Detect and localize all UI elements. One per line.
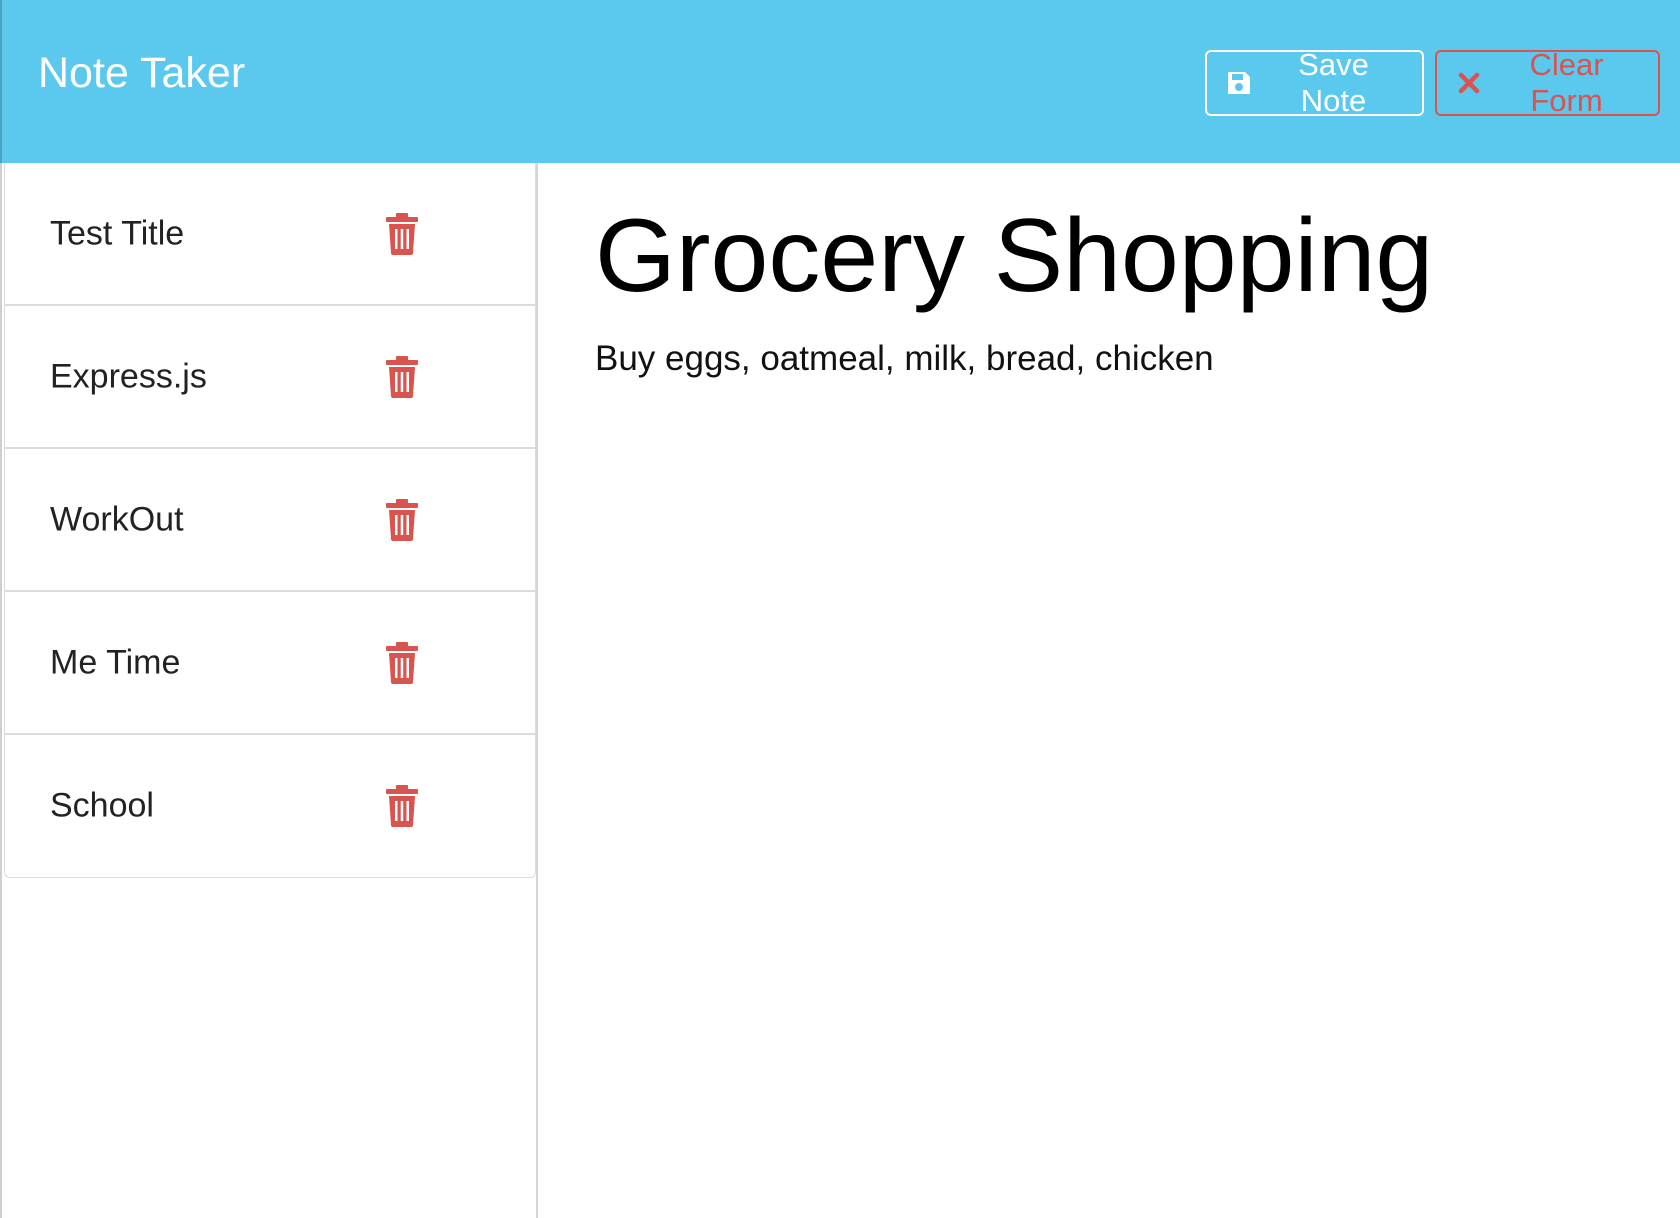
clear-form-label: Clear Form xyxy=(1529,47,1604,118)
notes-sidebar: Test Title Express.js WorkOut Me Time Sc… xyxy=(0,163,538,1218)
note-title: WorkOut xyxy=(50,500,184,538)
trash-icon[interactable] xyxy=(385,212,419,255)
list-item[interactable]: Express.js xyxy=(5,306,535,449)
note-title: Me Time xyxy=(50,643,181,681)
note-editor: Grocery Shopping Buy eggs, oatmeal, milk… xyxy=(538,163,1680,1218)
trash-icon[interactable] xyxy=(385,785,419,827)
list-item[interactable]: School xyxy=(5,735,535,877)
trash-icon[interactable] xyxy=(385,355,419,398)
note-title-field[interactable]: Grocery Shopping xyxy=(595,199,1433,314)
floppy-disk-icon xyxy=(1225,69,1253,97)
clear-form-button[interactable]: Clear Form xyxy=(1435,47,1660,118)
note-title: School xyxy=(50,786,154,825)
save-note-button[interactable]: Save Note xyxy=(1205,47,1424,118)
list-item[interactable]: Me Time xyxy=(5,592,535,735)
note-text-area[interactable]: Buy eggs, oatmeal, milk, bread, chicken xyxy=(595,339,1214,379)
save-note-label: Save Note xyxy=(1298,47,1369,118)
list-item[interactable]: Test Title xyxy=(5,163,535,306)
trash-icon[interactable] xyxy=(385,498,419,541)
navbar: Note Taker Save Note Clear Form xyxy=(0,0,1680,163)
app-title[interactable]: Note Taker xyxy=(38,52,245,95)
note-title: Test Title xyxy=(50,214,185,252)
trash-icon[interactable] xyxy=(385,641,419,684)
x-icon xyxy=(1455,69,1483,97)
note-title: Express.js xyxy=(50,357,207,395)
note-list: Test Title Express.js WorkOut Me Time Sc… xyxy=(4,163,536,878)
list-item[interactable]: WorkOut xyxy=(5,449,535,592)
